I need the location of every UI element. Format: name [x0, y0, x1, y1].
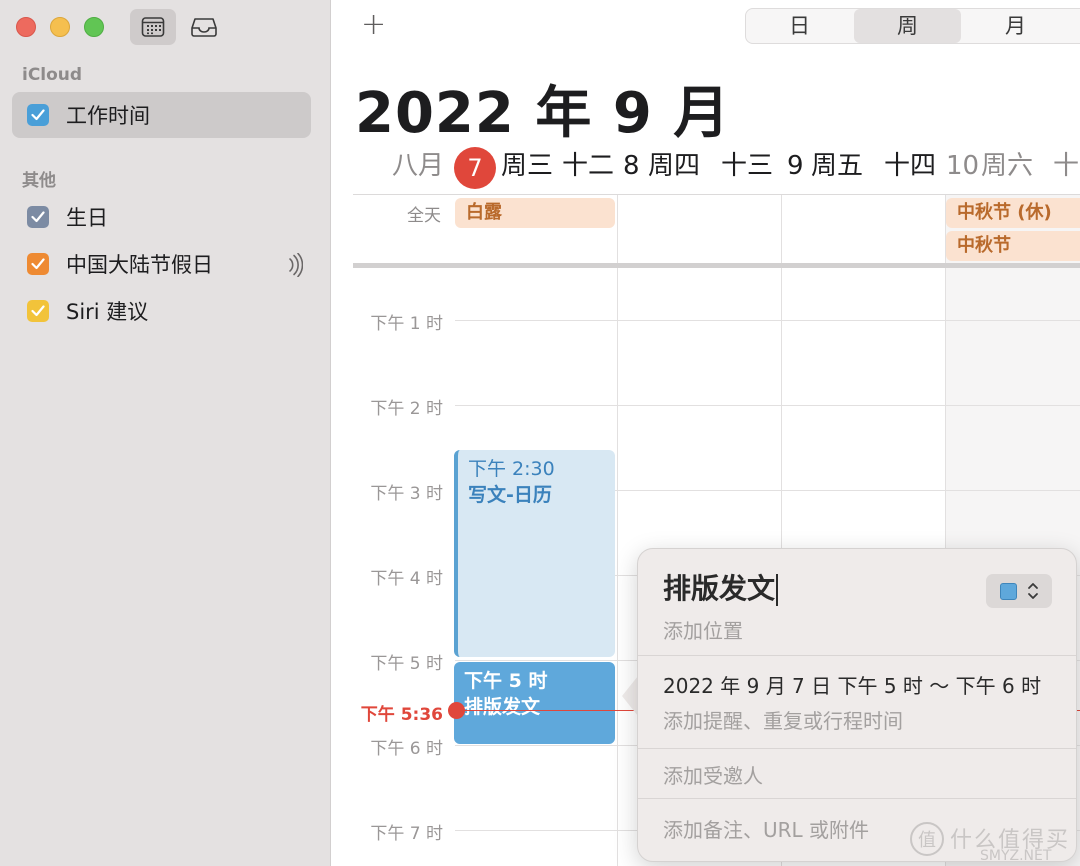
watermark-url: SMYZ.NET: [980, 848, 1052, 864]
day-column-divider: [617, 195, 618, 866]
notes-field[interactable]: 添加备注、URL 或附件: [663, 814, 869, 843]
current-time-dot: [448, 702, 465, 719]
calendar-name: 工作时间: [66, 104, 150, 128]
allday-event[interactable]: 中秋节: [946, 231, 1080, 261]
inbox-button[interactable]: [181, 9, 227, 45]
updown-chevron-icon: [1027, 583, 1038, 599]
hour-label: 下午 2 时: [370, 399, 443, 419]
month-title: 2022 年 9 月: [355, 81, 731, 146]
event-time: 下午 2:30: [468, 458, 555, 480]
view-week-button[interactable]: 周: [854, 9, 961, 43]
calendar-checkbox[interactable]: [27, 206, 49, 228]
event-title-text: 排版发文: [663, 572, 776, 605]
popover-arrow: [622, 676, 638, 716]
event-block[interactable]: 下午 2:30 写文-日历: [454, 450, 615, 657]
section-label-other: 其他: [22, 171, 56, 191]
allday-event[interactable]: 白露: [455, 198, 615, 228]
day-lunar: 十四: [884, 151, 937, 181]
color-swatch: [999, 582, 1017, 600]
calendar-icon: [141, 17, 165, 37]
day-weekday: 周六: [981, 151, 1034, 181]
maximize-window-button[interactable]: [84, 17, 104, 37]
calendar-color-picker[interactable]: [986, 574, 1052, 608]
view-month-button[interactable]: 月: [962, 9, 1069, 43]
checkmark-icon: [31, 305, 45, 317]
calendar-item-work[interactable]: 工作时间: [12, 92, 311, 138]
hour-label: 下午 7 时: [370, 824, 443, 844]
inbox-icon: [191, 18, 217, 37]
day-weekday: 周四: [648, 151, 701, 181]
calendar-checkbox[interactable]: [27, 253, 49, 275]
today-date-badge[interactable]: 7: [454, 147, 496, 189]
calendar-name: 生日: [66, 206, 108, 230]
event-title: 排版发文: [464, 696, 541, 718]
day-lunar: 十三: [721, 151, 774, 181]
hour-gridline: [455, 320, 1080, 321]
allday-event[interactable]: 中秋节 (休): [946, 198, 1080, 228]
calendar-item-birthdays[interactable]: 生日: [12, 194, 311, 240]
add-event-button[interactable]: +: [361, 8, 386, 42]
day-weekday: 周三: [501, 151, 554, 181]
event-time: 下午 5 时: [464, 670, 548, 692]
watermark-logo: 值: [910, 822, 944, 856]
section-label-icloud: iCloud: [22, 65, 83, 85]
close-window-button[interactable]: [16, 17, 36, 37]
invitees-field[interactable]: 添加受邀人: [663, 760, 763, 789]
day-lunar: 十: [1053, 151, 1080, 181]
event-datetime[interactable]: 2022 年 9 月 7 日 下午 5 时 ～ 下午 6 时: [663, 670, 1041, 699]
calendar-checkbox[interactable]: [27, 300, 49, 322]
event-detail-popover: 排版发文 添加位置 2022 年 9 月 7 日 下午 5 时 ～ 下午 6 时…: [637, 548, 1077, 862]
current-time-label: 下午 5:36: [360, 705, 443, 725]
view-switcher: 日 周 月: [745, 8, 1080, 44]
hour-label: 下午 5 时: [370, 654, 443, 674]
hour-label: 下午 3 时: [370, 484, 443, 504]
allday-divider: [353, 263, 1080, 268]
day-number[interactable]: 9: [787, 148, 804, 184]
sidebar: iCloud 工作时间 其他 生日 中国大陆节假日 Siri 建议: [0, 0, 331, 866]
popover-divider: [638, 748, 1076, 749]
calendar-list-toggle-button[interactable]: [130, 9, 176, 45]
event-title: 写文-日历: [468, 484, 552, 506]
checkmark-icon: [31, 258, 45, 270]
location-field[interactable]: 添加位置: [663, 615, 743, 644]
day-lunar: 十二: [562, 151, 615, 181]
calendar-name: 中国大陆节假日: [66, 253, 213, 277]
day-number[interactable]: 10: [946, 148, 979, 184]
allday-label: 全天: [407, 206, 441, 226]
popover-divider: [638, 798, 1076, 799]
checkmark-icon: [31, 109, 45, 121]
hour-label: 下午 1 时: [370, 314, 443, 334]
checkmark-icon: [31, 211, 45, 223]
broadcast-icon: [289, 253, 303, 277]
calendar-checkbox[interactable]: [27, 104, 49, 126]
view-day-button[interactable]: 日: [746, 9, 853, 43]
lunar-month-label: 八月: [392, 151, 445, 181]
minimize-window-button[interactable]: [50, 17, 70, 37]
hour-label: 下午 6 时: [370, 739, 443, 759]
calendar-name: Siri 建议: [66, 300, 149, 324]
text-caret: [776, 574, 779, 606]
hour-label: 下午 4 时: [370, 569, 443, 589]
alert-repeat-field[interactable]: 添加提醒、重复或行程时间: [663, 705, 903, 734]
hour-gridline: [455, 405, 1080, 406]
event-title-field[interactable]: 排版发文: [663, 567, 779, 607]
day-number[interactable]: 8: [623, 148, 640, 184]
event-block-selected[interactable]: 下午 5 时 排版发文: [454, 662, 615, 744]
day-weekday: 周五: [811, 151, 864, 181]
calendar-item-holidays[interactable]: 中国大陆节假日: [12, 241, 311, 287]
calendar-item-siri[interactable]: Siri 建议: [12, 288, 311, 334]
popover-divider: [638, 655, 1076, 656]
watermark: 值 什么值得买 SMYZ.NET: [910, 818, 1080, 866]
